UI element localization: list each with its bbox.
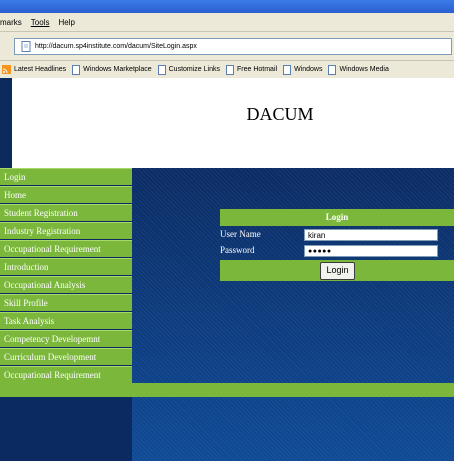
nav-item-industry-registration[interactable]: Industry Registration: [0, 222, 132, 239]
footer-bar: [0, 383, 454, 397]
browser-title-bar: [0, 0, 454, 13]
username-input[interactable]: kiran: [304, 229, 438, 241]
nav-item-competency-development[interactable]: Competency Developemnt: [0, 330, 132, 347]
password-input[interactable]: ●●●●●: [304, 245, 438, 257]
nav-item-student-registration[interactable]: Student Registration: [0, 204, 132, 221]
link-windows-media[interactable]: Windows Media: [328, 64, 389, 75]
nav-item-introduction[interactable]: Introduction: [0, 258, 132, 275]
address-bar: http://dacum.sp4institute.com/dacum/Site…: [0, 31, 454, 60]
browser-menu-bar: marks Tools Help: [0, 13, 454, 31]
page-icon: [157, 64, 166, 75]
nav-item-home[interactable]: Home: [0, 186, 132, 203]
sidebar-nav: Login Home Student Registration Industry…: [0, 168, 132, 461]
address-text: http://dacum.sp4institute.com/dacum/Site…: [35, 43, 197, 50]
login-button[interactable]: Login: [320, 262, 355, 280]
link-customize-links[interactable]: Customize Links: [157, 64, 220, 75]
menu-item-help[interactable]: Help: [58, 18, 74, 27]
page-title: DACUM: [246, 104, 314, 124]
page-icon: [283, 64, 292, 75]
page-icon: [72, 64, 81, 75]
link-label: Free Hotmail: [236, 66, 278, 73]
link-label: Customize Links: [168, 66, 220, 73]
link-label: Windows: [294, 66, 323, 73]
left-edge-strip: [0, 78, 12, 168]
login-button-row: Login: [220, 260, 454, 281]
nav-item-login[interactable]: Login: [0, 168, 132, 185]
rss-icon: [2, 65, 11, 74]
nav-item-curriculum-development[interactable]: Curriculum Development: [0, 348, 132, 365]
nav-item-task-analysis[interactable]: Task Analysis: [0, 312, 132, 329]
nav-item-occupational-analysis[interactable]: Occupational Analysis: [0, 276, 132, 293]
links-bar: Latest Headlines Windows Marketplace Cus…: [0, 60, 454, 79]
nav-item-occupational-requirement-2[interactable]: Occupational Requirement: [0, 366, 132, 383]
page-icon: [328, 64, 337, 75]
page-content: DACUM Login Home Student Registration In…: [0, 78, 454, 461]
link-label: Windows Marketplace: [83, 66, 152, 73]
menu-item-tools[interactable]: Tools: [31, 18, 50, 27]
link-label: Windows Media: [339, 66, 389, 73]
link-label: Latest Headlines: [14, 66, 67, 73]
page-icon: [21, 41, 31, 52]
password-label: Password: [220, 245, 255, 255]
address-input[interactable]: http://dacum.sp4institute.com/dacum/Site…: [14, 38, 452, 55]
username-label: User Name: [220, 229, 261, 239]
link-latest-headlines[interactable]: Latest Headlines: [2, 65, 66, 74]
link-free-hotmail[interactable]: Free Hotmail: [225, 64, 278, 75]
nav-item-occupational-requirement[interactable]: Occupational Requirement: [0, 240, 132, 257]
menu-item-bookmarks[interactable]: marks: [0, 18, 22, 27]
page-icon: [225, 64, 234, 75]
link-windows-marketplace[interactable]: Windows Marketplace: [72, 64, 152, 75]
link-windows[interactable]: Windows: [283, 64, 323, 75]
login-heading: Login: [220, 209, 454, 226]
nav-item-skill-profile[interactable]: Skill Profile: [0, 294, 132, 311]
